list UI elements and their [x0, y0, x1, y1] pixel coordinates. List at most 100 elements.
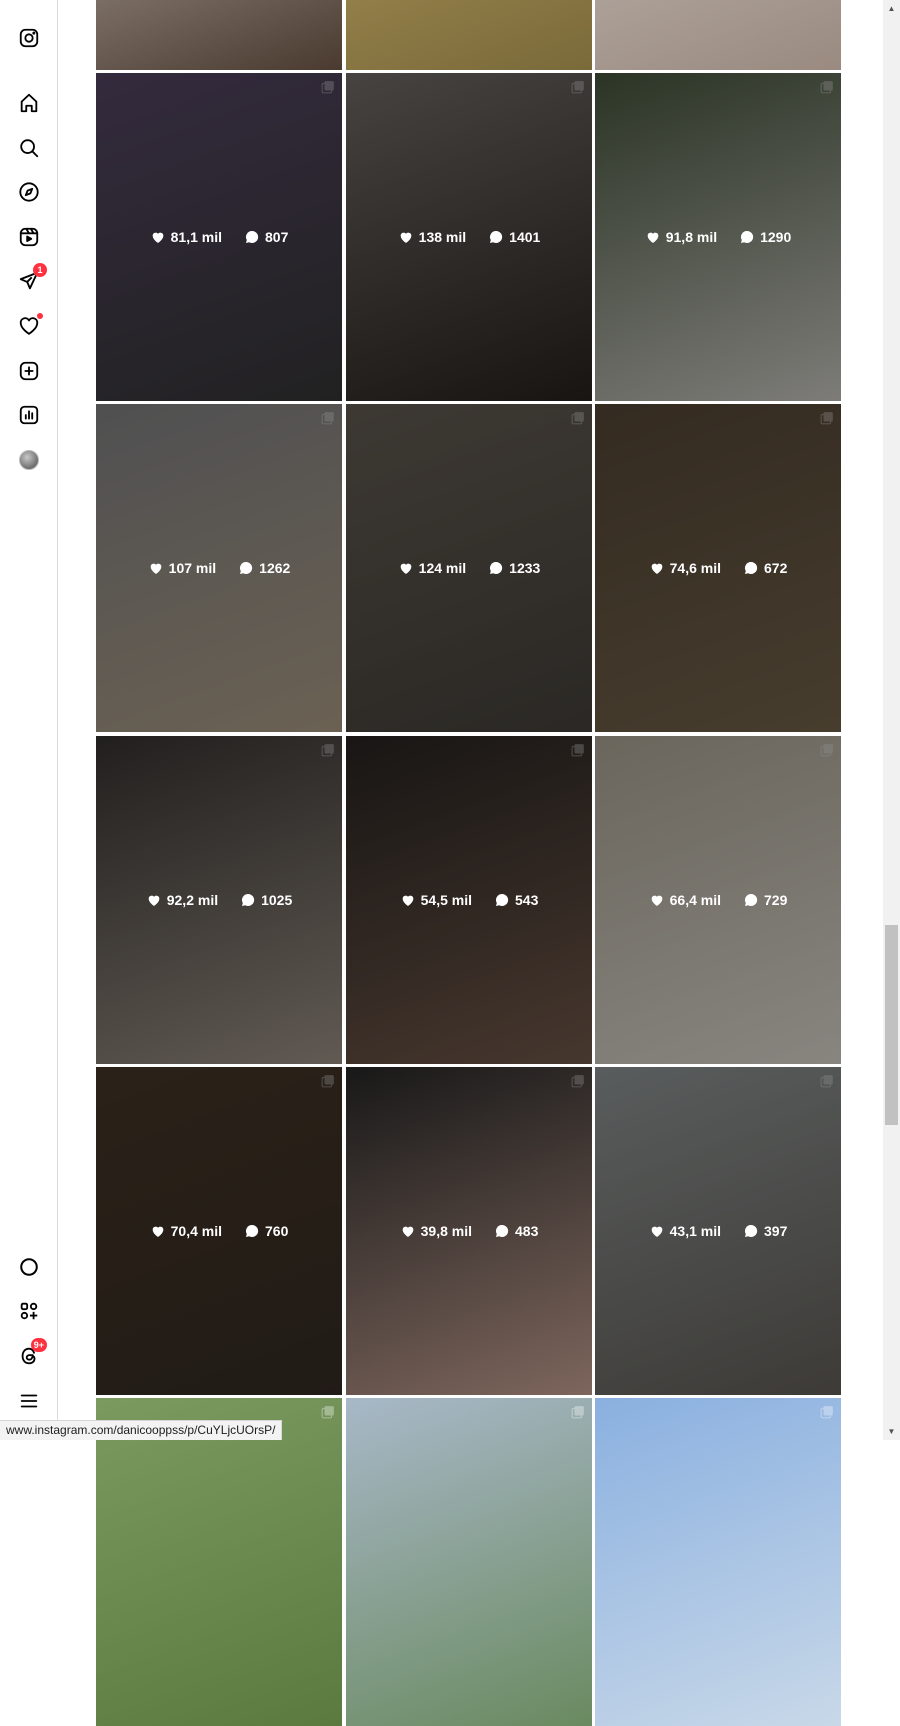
post-thumbnail[interactable]: 138 mil 1401 [346, 73, 592, 401]
messages-unread-badge: 1 [33, 263, 47, 277]
likes-count: 70,4 mil [171, 1223, 222, 1239]
page-scrollbar[interactable]: ▲ ▼ [883, 0, 900, 1440]
likes-stat: 138 mil [398, 229, 466, 245]
comment-bubble-icon [743, 560, 759, 576]
scroll-thumb[interactable] [885, 925, 898, 1125]
likes-stat: 66,4 mil [649, 892, 721, 908]
comment-bubble-icon [244, 229, 260, 245]
search-icon[interactable] [17, 136, 41, 160]
comment-bubble-icon [488, 229, 504, 245]
post-stats: 43,1 mil397 [595, 1223, 841, 1239]
post-thumbnail[interactable] [346, 0, 592, 70]
likes-count: 81,1 mil [171, 229, 222, 245]
comments-count: 760 [265, 1223, 288, 1239]
meta-ai-icon[interactable] [17, 1255, 41, 1279]
comments-stat: 483 [494, 1223, 538, 1239]
likes-count: 124 mil [419, 560, 466, 576]
heart-icon [649, 1223, 665, 1239]
heart-icon [150, 229, 166, 245]
post-thumbnail[interactable] [595, 1398, 841, 1726]
likes-stat: 124 mil [398, 560, 466, 576]
comments-stat: 1401 [488, 229, 540, 245]
comment-bubble-icon [739, 229, 755, 245]
likes-stat: 92,2 mil [146, 892, 218, 908]
messages-icon[interactable]: 1 [17, 269, 41, 293]
comments-stat: 807 [244, 229, 288, 245]
threads-icon[interactable]: 9+ [17, 1344, 41, 1368]
comments-stat: 672 [743, 560, 787, 576]
home-icon[interactable] [17, 91, 41, 115]
dashboard-icon[interactable] [17, 403, 41, 427]
reels-icon[interactable] [17, 225, 41, 249]
heart-icon [645, 229, 661, 245]
status-bar-url: www.instagram.com/danicooppss/p/CuYLjcUO… [0, 1420, 282, 1440]
likes-count: 107 mil [169, 560, 216, 576]
notifications-dot [37, 313, 43, 319]
likes-stat: 54,5 mil [400, 892, 472, 908]
more-menu-icon[interactable] [17, 1389, 41, 1413]
post-thumbnail[interactable]: 74,6 mil 672 [595, 404, 841, 732]
post-thumbnail[interactable] [96, 1398, 342, 1726]
also-from-meta-icon[interactable] [17, 1299, 41, 1323]
create-plus-icon[interactable] [17, 359, 41, 383]
heart-icon [398, 229, 414, 245]
comments-count: 1025 [261, 892, 292, 908]
post-thumbnail[interactable]: 92,2 mil 1025 [96, 736, 342, 1064]
post-thumbnail[interactable] [346, 1398, 592, 1726]
comment-bubble-icon [240, 892, 256, 908]
carousel-icon [820, 1405, 834, 1419]
comment-bubble-icon [743, 1223, 759, 1239]
comment-bubble-icon [238, 560, 254, 576]
comment-bubble-icon [244, 1223, 260, 1239]
likes-stat: 74,6 mil [649, 560, 721, 576]
instagram-logo-icon[interactable] [17, 26, 41, 50]
comments-count: 483 [515, 1223, 538, 1239]
post-thumbnail[interactable]: 81,1 mil 807 [96, 73, 342, 401]
likes-count: 138 mil [419, 229, 466, 245]
post-thumbnail[interactable]: 39,8 mil483 [346, 1067, 592, 1395]
comments-count: 1290 [760, 229, 791, 245]
comments-count: 1401 [509, 229, 540, 245]
scroll-up-arrow-icon[interactable]: ▲ [883, 0, 900, 17]
heart-icon [649, 560, 665, 576]
comments-count: 1233 [509, 560, 540, 576]
heart-icon [150, 1223, 166, 1239]
post-thumbnail[interactable]: 66,4 mil729 [595, 736, 841, 1064]
post-thumbnail[interactable]: 124 mil 1233 [346, 404, 592, 732]
profile-avatar[interactable] [17, 448, 41, 472]
post-thumbnail[interactable]: 91,8 mil 1290 [595, 73, 841, 401]
threads-badge: 9+ [31, 1338, 47, 1352]
post-thumbnail[interactable]: 107 mil 1262 [96, 404, 342, 732]
comments-count: 1262 [259, 560, 290, 576]
post-thumbnail[interactable]: 70,4 mil 760 [96, 1067, 342, 1395]
post-stats: 92,2 mil 1025 [96, 892, 342, 908]
notifications-heart-icon[interactable] [17, 314, 41, 338]
likes-stat: 70,4 mil [150, 1223, 222, 1239]
likes-stat: 81,1 mil [150, 229, 222, 245]
comments-count: 807 [265, 229, 288, 245]
comments-stat: 397 [743, 1223, 787, 1239]
likes-stat: 107 mil [148, 560, 216, 576]
heart-icon [148, 560, 164, 576]
comment-bubble-icon [743, 892, 759, 908]
profile-posts-grid: 81,1 mil 807 138 mil 1401 91,8 mil 1290 107 mi… [96, 0, 842, 1440]
carousel-icon [571, 1405, 585, 1419]
post-stats: 74,6 mil 672 [595, 560, 841, 576]
likes-count: 91,8 mil [666, 229, 717, 245]
post-thumbnail[interactable]: 54,5 mil 543 [346, 736, 592, 1064]
comments-stat: 543 [494, 892, 538, 908]
explore-compass-icon[interactable] [17, 180, 41, 204]
post-stats: 124 mil 1233 [346, 560, 592, 576]
heart-icon [146, 892, 162, 908]
post-stats: 70,4 mil 760 [96, 1223, 342, 1239]
comment-bubble-icon [494, 892, 510, 908]
post-stats: 91,8 mil 1290 [595, 229, 841, 245]
post-thumbnail[interactable] [595, 0, 841, 70]
scroll-down-arrow-icon[interactable]: ▼ [883, 1423, 900, 1440]
comments-stat: 1290 [739, 229, 791, 245]
post-thumbnail[interactable]: 43,1 mil397 [595, 1067, 841, 1395]
post-thumbnail[interactable] [96, 0, 342, 70]
comments-stat: 760 [244, 1223, 288, 1239]
carousel-icon [321, 1405, 335, 1419]
post-stats: 66,4 mil729 [595, 892, 841, 908]
